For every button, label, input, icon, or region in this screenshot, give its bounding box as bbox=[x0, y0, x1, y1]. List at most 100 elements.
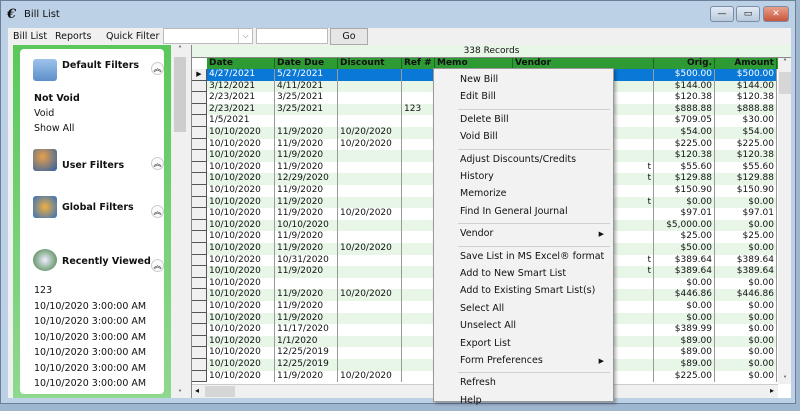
menu-item-vendor[interactable]: Vendor ▶ bbox=[460, 226, 610, 242]
cell-date: 4/27/2021 bbox=[207, 69, 275, 81]
row-selector[interactable] bbox=[192, 161, 207, 174]
row-selector[interactable] bbox=[192, 266, 207, 278]
cell-discount bbox=[338, 69, 402, 81]
filter-void[interactable]: Void bbox=[34, 108, 54, 119]
row-selector[interactable] bbox=[192, 254, 207, 267]
row-selector[interactable] bbox=[192, 150, 207, 162]
column-header-date[interactable]: Date bbox=[207, 58, 275, 69]
column-header-date-due[interactable]: Date Due bbox=[275, 58, 338, 69]
menu-item-export-list[interactable]: Export List bbox=[460, 336, 610, 352]
recently-viewed-item[interactable]: 10/10/2020 3:00:00 AM bbox=[34, 363, 146, 374]
row-selector[interactable] bbox=[192, 370, 207, 383]
column-header-ref[interactable]: Ref # bbox=[402, 58, 435, 69]
recently-viewed-item[interactable]: 123 bbox=[34, 285, 52, 296]
menu-item-unselect-all[interactable]: Unselect All bbox=[460, 318, 610, 334]
row-selector[interactable] bbox=[192, 324, 207, 336]
menu-separator bbox=[458, 372, 610, 374]
menu-item-delete-bill[interactable]: Delete Bill bbox=[460, 112, 610, 128]
filter-show-all[interactable]: Show All bbox=[34, 123, 74, 134]
quick-filter-dropdown[interactable]: ⌵ bbox=[163, 28, 253, 44]
maximize-button[interactable]: ▭ bbox=[736, 6, 760, 22]
cell-date-due: 11/9/2020 bbox=[275, 289, 338, 301]
menu-item-help[interactable]: Help bbox=[460, 393, 610, 409]
scroll-down-icon[interactable]: ˅ bbox=[778, 375, 791, 384]
menu-item-add-to-existing-smart-list-s[interactable]: Add to Existing Smart List(s) bbox=[460, 283, 610, 299]
row-selector[interactable] bbox=[192, 277, 207, 290]
menu-item-new-bill[interactable]: New Bill bbox=[460, 72, 610, 88]
menu-item-find-in-general-journal[interactable]: Find In General Journal bbox=[460, 204, 610, 220]
row-selector[interactable] bbox=[192, 219, 207, 232]
scroll-right-icon[interactable]: ▸ bbox=[770, 386, 774, 395]
row-selector[interactable] bbox=[192, 359, 207, 371]
row-selector[interactable] bbox=[192, 103, 207, 116]
scrollbar-thumb[interactable] bbox=[205, 386, 235, 397]
cell-date-due: 11/9/2020 bbox=[275, 185, 338, 197]
menu-item-save-list-in-ms-excel-format[interactable]: Save List in MS Excel® format bbox=[460, 249, 610, 265]
cell-amount: $150.90 bbox=[715, 185, 777, 197]
menu-item-refresh[interactable]: Refresh bbox=[460, 375, 610, 391]
menu-item-select-all[interactable]: Select All bbox=[460, 301, 610, 317]
recently-viewed-title: Recently Viewed bbox=[62, 256, 151, 267]
go-button[interactable]: Go bbox=[330, 28, 368, 45]
cell-ref bbox=[402, 347, 435, 359]
cell-date-due: 11/9/2020 bbox=[275, 161, 338, 174]
grid-vertical-scrollbar[interactable]: ˄ ˅ bbox=[778, 58, 791, 384]
minimize-button[interactable]: — bbox=[710, 6, 734, 22]
filter-panel-scrollbar[interactable]: ˄ ˅ bbox=[173, 45, 187, 398]
menu-item-adjust-discounts-credits[interactable]: Adjust Discounts/Credits bbox=[460, 152, 610, 168]
scroll-up-icon[interactable]: ˄ bbox=[778, 58, 791, 67]
row-selector[interactable] bbox=[192, 138, 207, 151]
recently-viewed-item[interactable]: 10/10/2020 3:00:00 AM bbox=[34, 316, 146, 327]
recently-viewed-item[interactable]: 10/10/2020 3:00:00 AM bbox=[34, 378, 146, 389]
menu-bill-list[interactable]: Bill List bbox=[13, 31, 47, 42]
row-selector[interactable] bbox=[192, 347, 207, 359]
menu-reports[interactable]: Reports bbox=[55, 31, 91, 42]
menu-item-history[interactable]: History bbox=[460, 169, 610, 185]
collapse-recently-viewed-icon[interactable]: ︽ bbox=[151, 259, 164, 272]
menu-item-edit-bill[interactable]: Edit Bill bbox=[460, 89, 610, 105]
menu-item-label: Memorize bbox=[460, 188, 507, 200]
row-selector[interactable] bbox=[192, 231, 207, 243]
cell-date: 10/10/2020 bbox=[207, 370, 275, 383]
row-selector[interactable] bbox=[192, 80, 207, 93]
cell-date: 10/10/2020 bbox=[207, 254, 275, 267]
filter-not-void[interactable]: Not Void bbox=[34, 93, 80, 104]
row-selector[interactable] bbox=[192, 243, 207, 255]
scrollbar-thumb[interactable] bbox=[779, 72, 791, 94]
cell-orig: $97.01 bbox=[654, 208, 715, 220]
collapse-default-filters-icon[interactable]: ︽ bbox=[151, 62, 164, 75]
row-selector[interactable] bbox=[192, 208, 207, 220]
recently-viewed-item[interactable]: 10/10/2020 3:00:00 AM bbox=[34, 347, 146, 358]
row-selector[interactable] bbox=[192, 115, 207, 127]
menu-item-add-to-new-smart-list[interactable]: Add to New Smart List bbox=[460, 266, 610, 282]
collapse-user-filters-icon[interactable]: ︽ bbox=[151, 157, 164, 170]
row-selector[interactable] bbox=[192, 335, 207, 348]
cell-date: 10/10/2020 bbox=[207, 127, 275, 139]
chevron-down-icon[interactable]: ⌵ bbox=[238, 29, 252, 43]
recently-viewed-item[interactable]: 10/10/2020 3:00:00 AM bbox=[34, 301, 146, 312]
row-selector[interactable] bbox=[192, 312, 207, 325]
collapse-global-filters-icon[interactable]: ︽ bbox=[151, 205, 164, 218]
row-selector[interactable] bbox=[192, 289, 207, 301]
row-selector[interactable]: ▶ bbox=[192, 69, 207, 81]
scroll-left-icon[interactable]: ◂ bbox=[195, 386, 199, 395]
scroll-up-icon[interactable]: ˄ bbox=[173, 45, 187, 54]
menu-item-form-preferences[interactable]: Form Preferences ▶ bbox=[460, 353, 610, 369]
menu-item-void-bill[interactable]: Void Bill bbox=[460, 129, 610, 145]
scrollbar-thumb[interactable] bbox=[174, 57, 186, 132]
window-title: Bill List bbox=[24, 9, 60, 20]
row-selector[interactable] bbox=[192, 173, 207, 185]
row-selector[interactable] bbox=[192, 301, 207, 313]
row-selector[interactable] bbox=[192, 127, 207, 139]
close-button[interactable]: ✕ bbox=[763, 6, 789, 22]
column-header-discount[interactable]: Discount bbox=[338, 58, 402, 69]
quick-filter-input[interactable] bbox=[256, 28, 328, 44]
column-header-orig[interactable]: Orig. bbox=[654, 58, 715, 69]
row-selector[interactable] bbox=[192, 185, 207, 197]
row-selector[interactable] bbox=[192, 92, 207, 104]
menu-item-memorize[interactable]: Memorize bbox=[460, 186, 610, 202]
scroll-down-icon[interactable]: ˅ bbox=[173, 389, 187, 398]
row-selector[interactable] bbox=[192, 196, 207, 209]
recently-viewed-item[interactable]: 10/10/2020 3:00:00 AM bbox=[34, 332, 146, 343]
column-header-amount[interactable]: Amount bbox=[715, 58, 777, 69]
